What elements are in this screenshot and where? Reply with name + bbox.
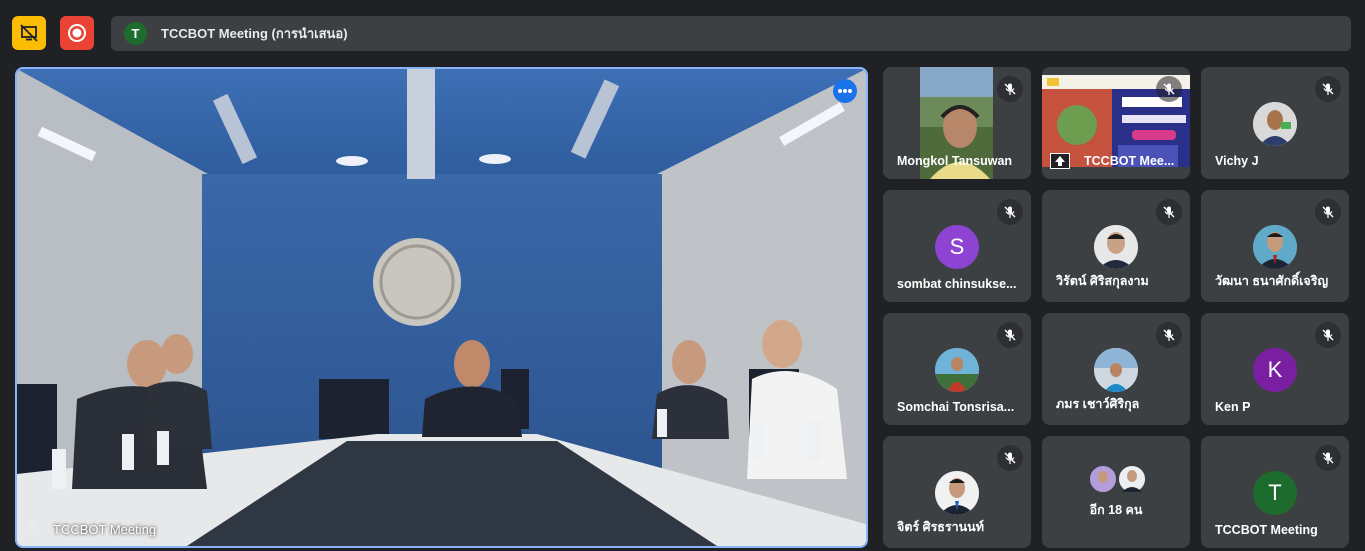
participant-name: TCCBOT Mee... — [1084, 154, 1175, 168]
presentation-button[interactable] — [12, 16, 46, 50]
participant-tile[interactable]: วิรัตน์ ศิริสกุลงาม — [1042, 190, 1190, 302]
participant-name: Vichy J — [1215, 154, 1259, 168]
mic-off-icon — [1163, 329, 1175, 341]
mic-status — [997, 445, 1023, 471]
present-icon — [1050, 153, 1070, 169]
mic-off-icon — [1004, 452, 1016, 464]
pin-icon — [26, 522, 38, 537]
participant-name: TCCBOT Meeting — [1215, 523, 1318, 537]
participant-name: จิตร์ ศิรธรานนท์ — [897, 520, 984, 534]
participant-tile[interactable]: ภมร เชาว์ศิริกุล — [1042, 313, 1190, 425]
mic-off-icon — [1004, 329, 1016, 341]
participant-name: sombat chinsukse... — [897, 277, 1017, 291]
mic-off-icon — [1322, 329, 1334, 341]
mic-status — [997, 322, 1023, 348]
recording-button[interactable] — [60, 16, 94, 50]
mic-status — [1315, 322, 1341, 348]
participant-tile[interactable]: Mongkol Tansuwan — [883, 67, 1031, 179]
participant-name: Mongkol Tansuwan — [897, 154, 1013, 168]
meeting-title-bar[interactable]: T TCCBOT Meeting (การนำเสนอ) — [111, 16, 1351, 51]
mic-status — [997, 199, 1023, 225]
participant-avatar — [935, 471, 979, 515]
participant-avatar — [1094, 348, 1138, 392]
mic-off-icon — [1004, 206, 1016, 218]
mic-status — [1315, 76, 1341, 102]
participant-tile[interactable]: K Ken P — [1201, 313, 1349, 425]
mic-status — [1156, 199, 1182, 225]
participant-name: วัฒนา ธนาศักดิ์เจริญ — [1215, 274, 1329, 288]
meeting-title: TCCBOT Meeting (การนำเสนอ) — [161, 26, 348, 41]
mic-off-icon — [1322, 206, 1334, 218]
participant-tile[interactable]: T TCCBOT Meeting — [1201, 436, 1349, 548]
mic-status — [997, 76, 1023, 102]
participant-name: Somchai Tonsrisa... — [897, 400, 1015, 414]
record-icon — [68, 24, 86, 42]
mic-status — [1315, 445, 1341, 471]
participant-avatar — [1253, 102, 1297, 146]
participant-tile[interactable]: TCCBOT Mee... — [1042, 67, 1190, 179]
mic-off-icon — [1004, 83, 1016, 95]
others-tile[interactable]: อีก 18 คน — [1042, 436, 1190, 548]
participant-tile[interactable]: วัฒนา ธนาศักดิ์เจริญ — [1201, 190, 1349, 302]
meeting-avatar: T — [124, 22, 147, 45]
mic-off-icon — [1322, 452, 1334, 464]
more-options-button[interactable] — [833, 79, 857, 103]
participant-avatar: T — [1253, 471, 1297, 515]
mic-off-icon — [1322, 83, 1334, 95]
mic-off-icon — [1163, 83, 1175, 95]
more-options-icon — [838, 89, 852, 93]
participant-avatar: K — [1253, 348, 1297, 392]
top-bar: T TCCBOT Meeting (การนำเสนอ) — [0, 0, 1365, 64]
conference-room-video — [17, 69, 866, 546]
mic-status — [1315, 199, 1341, 225]
main-tile-name: TCCBOT Meeting — [53, 521, 157, 537]
participant-avatar — [1094, 225, 1138, 269]
main-tile-label: TCCBOT Meeting — [25, 521, 156, 537]
participant-avatar — [1253, 225, 1297, 269]
mic-off-icon — [1163, 206, 1175, 218]
participant-name: ภมร เชาว์ศิริกุล — [1056, 397, 1140, 411]
participant-avatar: S — [935, 225, 979, 269]
main-video-tile[interactable]: TCCBOT Meeting — [15, 67, 868, 548]
others-avatars — [1088, 464, 1148, 494]
mic-status — [1156, 322, 1182, 348]
participant-name: วิรัตน์ ศิริสกุลงาม — [1056, 274, 1149, 288]
present-off-icon — [20, 24, 38, 42]
others-count: อีก 18 คน — [1089, 503, 1143, 517]
participant-avatar — [935, 348, 979, 392]
participant-name: Ken P — [1215, 400, 1251, 414]
participant-tile[interactable]: Vichy J — [1201, 67, 1349, 179]
mic-status — [1156, 76, 1182, 102]
participant-tile[interactable]: Somchai Tonsrisa... — [883, 313, 1031, 425]
participant-tile[interactable]: จิตร์ ศิรธรานนท์ — [883, 436, 1031, 548]
participant-tile[interactable]: S sombat chinsukse... — [883, 190, 1031, 302]
